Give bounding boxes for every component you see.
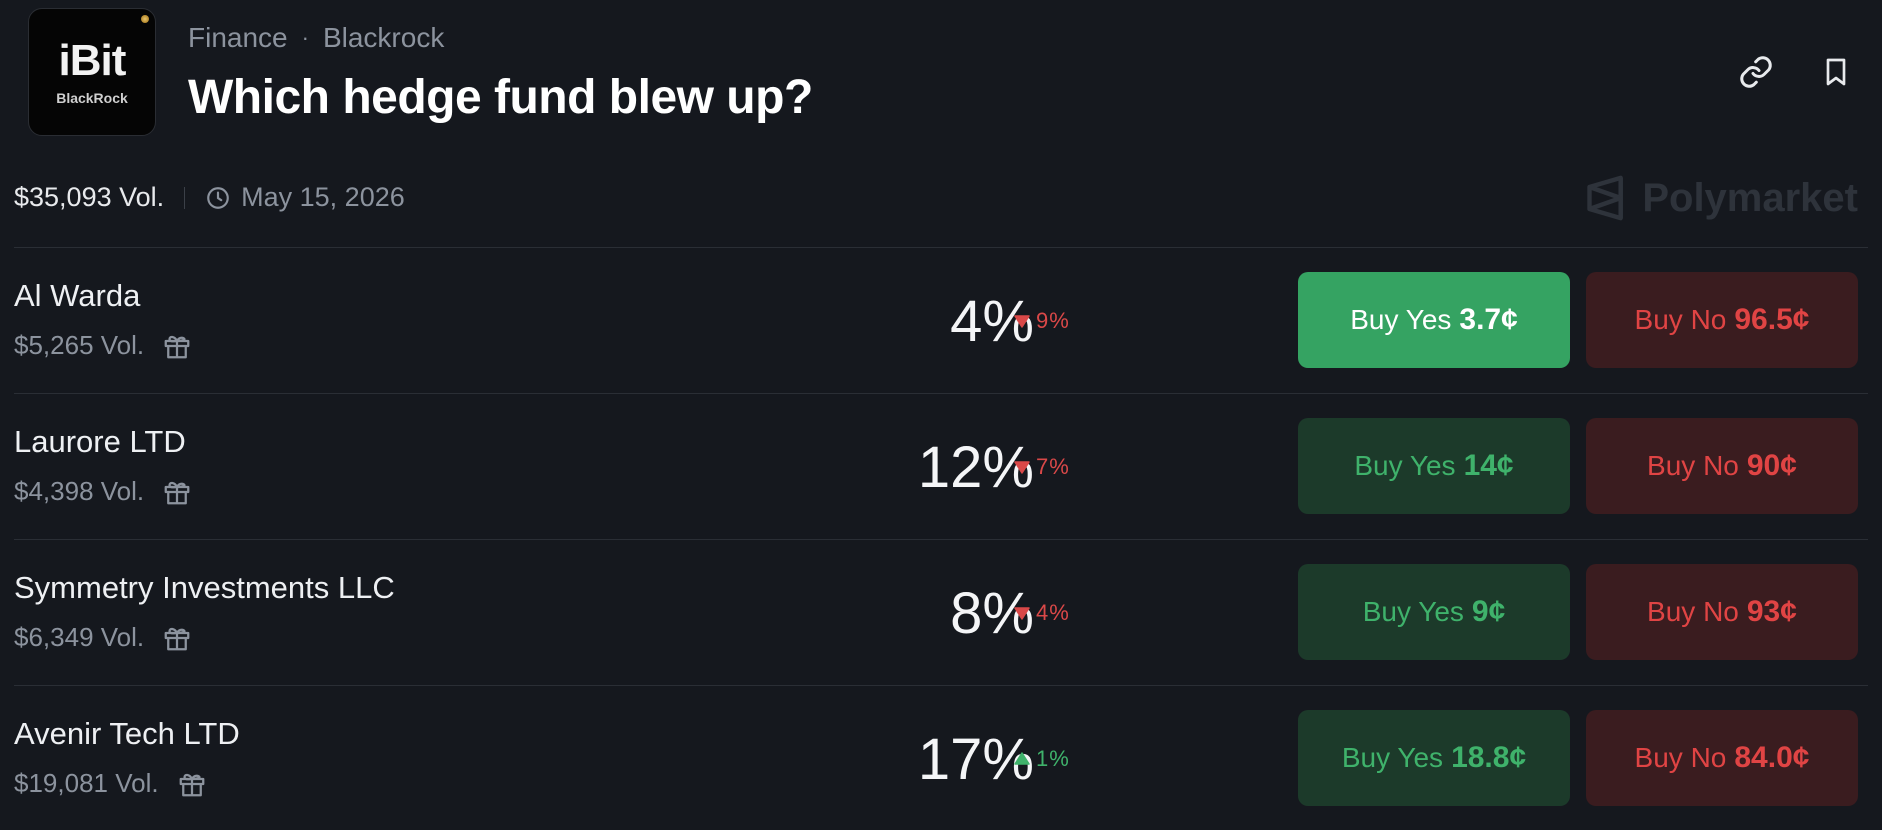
outcome-probability: 17%: [917, 727, 1034, 792]
buy-no-price: 90¢: [1746, 449, 1797, 482]
triangle-down-icon: [1014, 607, 1030, 620]
buy-yes-label: Buy Yes: [1354, 450, 1456, 481]
buy-yes-button[interactable]: Buy Yes 14¢: [1298, 418, 1570, 514]
probability-change-text: 9%: [1036, 308, 1070, 333]
probability-change: 4%: [1014, 600, 1070, 626]
outcome-probability: 12%: [917, 435, 1034, 500]
meta-divider: [184, 186, 186, 209]
link-icon: [1740, 56, 1772, 88]
bookmark-icon: [1826, 58, 1846, 86]
gift-icon[interactable]: [162, 477, 192, 507]
outcome-list: Al Warda $5,265 Vol. 4% 9% Buy Yes 3.7¢ …: [14, 248, 1868, 830]
outcome-probability: 4%: [950, 289, 1034, 354]
brand-name: Polymarket: [1642, 175, 1858, 220]
buy-no-button[interactable]: Buy No 90¢: [1586, 418, 1858, 514]
outcome-volume-text: $5,265 Vol.: [14, 330, 145, 360]
market-logo: iBit BlackRock: [28, 8, 156, 136]
buy-yes-price: 14¢: [1463, 449, 1514, 482]
outcome-name: Symmetry Investments LLC: [14, 570, 395, 605]
buy-no-price: 93¢: [1746, 595, 1797, 628]
breadcrumb-subcategory[interactable]: Blackrock: [323, 22, 444, 54]
buy-no-label: Buy No: [1634, 304, 1727, 335]
buy-yes-button[interactable]: Buy Yes 9¢: [1298, 564, 1570, 660]
outcome-name: Avenir Tech LTD: [14, 716, 240, 751]
outcome-probability: 8%: [950, 581, 1034, 646]
outcome-row[interactable]: Avenir Tech LTD $19,081 Vol. 17% 1% Buy …: [14, 686, 1868, 830]
breadcrumb: Finance · Blackrock: [188, 22, 444, 54]
buy-no-label: Buy No: [1647, 596, 1739, 627]
probability-change-text: 1%: [1036, 746, 1070, 771]
buy-no-label: Buy No: [1647, 450, 1739, 481]
gift-icon[interactable]: [162, 331, 192, 361]
outcome-name: Al Warda: [14, 278, 141, 313]
outcome-volume-text: $6,349 Vol.: [14, 622, 145, 652]
outcome-volume: $19,081 Vol.: [14, 768, 207, 799]
gift-icon[interactable]: [177, 769, 207, 799]
buy-no-price: 96.5¢: [1734, 303, 1810, 336]
buy-yes-label: Buy Yes: [1350, 304, 1452, 335]
breadcrumb-category[interactable]: Finance: [188, 22, 288, 54]
polymarket-logo-icon: [1587, 175, 1624, 221]
clock-icon: [207, 186, 229, 209]
outcome-volume: $4,398 Vol.: [14, 476, 192, 507]
buy-yes-label: Buy Yes: [1341, 742, 1444, 773]
buy-no-button[interactable]: Buy No 96.5¢: [1586, 272, 1858, 368]
triangle-down-icon: [1014, 461, 1030, 474]
total-volume: $35,093 Vol.: [14, 182, 165, 212]
market-header: iBit BlackRock Finance · Blackrock Which…: [14, 0, 1868, 160]
probability-change: 7%: [1014, 454, 1070, 480]
triangle-up-icon: [1014, 752, 1030, 765]
gift-icon[interactable]: [162, 623, 192, 653]
page-title: Which hedge fund blew up?: [188, 71, 813, 124]
market-page: iBit BlackRock Finance · Blackrock Which…: [0, 0, 1882, 830]
outcome-volume: $5,265 Vol.: [14, 330, 192, 361]
triangle-down-icon: [1014, 315, 1030, 328]
buy-no-label: Buy No: [1634, 742, 1727, 773]
buy-no-button[interactable]: Buy No 93¢: [1586, 564, 1858, 660]
outcome-volume: $6,349 Vol.: [14, 622, 192, 653]
buy-yes-button[interactable]: Buy Yes 3.7¢: [1298, 272, 1570, 368]
buy-yes-button[interactable]: Buy Yes 18.8¢: [1298, 710, 1570, 806]
probability-change-text: 4%: [1036, 600, 1070, 625]
outcome-row[interactable]: Symmetry Investments LLC $6,349 Vol. 8% …: [14, 540, 1868, 686]
probability-change-text: 7%: [1036, 454, 1070, 479]
logo-main-text: iBit: [58, 36, 127, 85]
probability-change: 1%: [1014, 746, 1070, 772]
end-date: May 15, 2026: [205, 182, 405, 213]
polymarket-brand: Polymarket: [1584, 174, 1858, 222]
buy-no-button[interactable]: Buy No 84.0¢: [1586, 710, 1858, 806]
buy-yes-label: Buy Yes: [1362, 596, 1464, 627]
outcome-volume-text: $19,081 Vol.: [14, 768, 159, 798]
outcome-volume-text: $4,398 Vol.: [14, 476, 145, 506]
buy-yes-price: 9¢: [1471, 595, 1506, 628]
probability-change: 9%: [1014, 308, 1070, 334]
sparkle-icon: [141, 15, 149, 23]
buy-yes-price: 3.7¢: [1459, 303, 1518, 336]
buy-no-price: 84.0¢: [1734, 741, 1810, 774]
outcome-name: Laurore LTD: [14, 424, 186, 459]
outcome-row[interactable]: Laurore LTD $4,398 Vol. 12% 7% Buy Yes 1…: [14, 394, 1868, 540]
outcome-row[interactable]: Al Warda $5,265 Vol. 4% 9% Buy Yes 3.7¢ …: [14, 248, 1868, 394]
end-date-text: May 15, 2026: [241, 182, 405, 212]
bookmark-button[interactable]: [1814, 50, 1858, 94]
copy-link-button[interactable]: [1734, 50, 1778, 94]
buy-yes-price: 18.8¢: [1451, 741, 1527, 774]
logo-sub-text: BlackRock: [56, 90, 128, 106]
breadcrumb-separator: ·: [301, 25, 309, 50]
market-meta: $35,093 Vol. May 15, 2026 Polymarket: [14, 160, 1868, 248]
